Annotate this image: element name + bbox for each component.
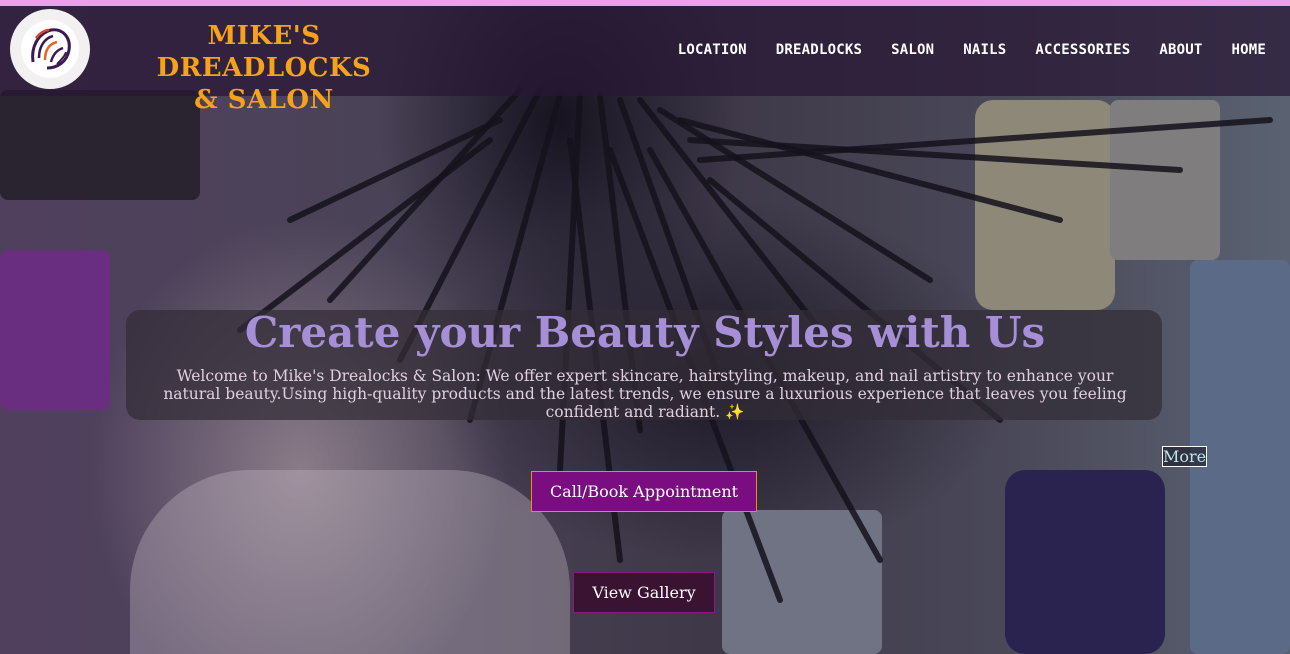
nav-nails[interactable]: NAILS (963, 42, 1006, 58)
main-nav: LOCATION DREADLOCKS SALON NAILS ACCESSOR… (678, 42, 1266, 58)
nav-location[interactable]: LOCATION (678, 42, 747, 58)
hero-description: Welcome to Mike's Drealocks & Salon: We … (163, 367, 1127, 421)
nav-dreadlocks[interactable]: DREADLOCKS (776, 42, 862, 58)
more-button[interactable]: More (1162, 446, 1207, 467)
nav-home[interactable]: HOME (1231, 42, 1266, 58)
hero-title: Create your Beauty Styles with Us (244, 308, 1046, 357)
nav-accessories[interactable]: ACCESSORIES (1035, 42, 1130, 58)
brand-name-line1: MIKE'S DREADLOCKS (156, 21, 372, 83)
view-gallery-button[interactable]: View Gallery (573, 572, 715, 613)
lion-mane-logo-icon[interactable] (10, 9, 90, 89)
brand-name[interactable]: MIKE'S DREADLOCKS & SALON (98, 20, 430, 116)
site-header: MIKE'S DREADLOCKS & SALON LOCATION DREAD… (0, 6, 1290, 115)
nav-about[interactable]: ABOUT (1159, 42, 1202, 58)
brand-name-line2: & SALON (194, 85, 334, 115)
nav-salon[interactable]: SALON (891, 42, 934, 58)
book-appointment-button[interactable]: Call/Book Appointment (531, 471, 757, 512)
